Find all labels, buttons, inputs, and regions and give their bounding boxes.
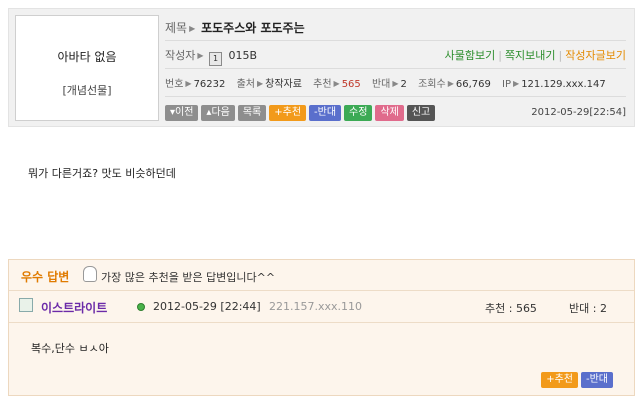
- arrow-right-icon: ▶: [392, 79, 399, 88]
- divider: [165, 68, 626, 69]
- post-body: 뭐가 다른거죠? 맛도 비슷하던데: [28, 167, 176, 180]
- next-button[interactable]: ▴다음: [201, 105, 235, 121]
- source-label: 출처: [236, 79, 255, 90]
- online-status-icon: [137, 303, 145, 311]
- edit-button[interactable]: 수정: [344, 105, 373, 121]
- recommend-label: 추천: [313, 79, 332, 90]
- best-answer-header: 우수 답변 가장 많은 추천을 받은 답변입니다^^: [9, 260, 634, 291]
- author-posts-link[interactable]: 작성자글보기: [565, 49, 626, 62]
- avatar-placeholder-text: 아바타 없음: [57, 50, 117, 64]
- recommend-value: 565: [341, 79, 361, 90]
- recommend-button[interactable]: +추천: [269, 105, 307, 121]
- number-label: 번호: [165, 79, 184, 90]
- oppose-label: 반대: [371, 79, 391, 90]
- views-label: 조회수: [418, 79, 446, 90]
- arrow-right-icon: ▶: [197, 51, 204, 60]
- author-id[interactable]: 015B: [229, 49, 258, 62]
- level-icon: 1: [209, 52, 223, 66]
- answer-content: 복수,단수 ㅂㅅ아: [31, 342, 109, 355]
- views-value: 66,769: [455, 79, 491, 90]
- best-answer-title: 우수 답변: [21, 270, 70, 284]
- post-action-bar: ▾이전 ▴다음 목록 +추천 -반대 수정 삭제 신고 2012-05-29[22:54]: [165, 105, 626, 123]
- author-tag: [개념선물]: [62, 84, 112, 97]
- source-meta: 출처 ▶ 창작자료: [237, 79, 302, 90]
- arrow-right-icon: ▶: [185, 79, 192, 88]
- answer-user-row: 이스트라이트 2012-05-29 [22:44] 221.157.xxx.11…: [9, 290, 634, 323]
- report-button[interactable]: 신고: [406, 105, 436, 121]
- ip-meta: IP ▶ 121.129.xxx.147: [502, 79, 606, 90]
- recommend-meta: 추천 ▶ 565: [313, 79, 361, 90]
- prev-button[interactable]: ▾이전: [165, 105, 199, 121]
- answer-recommend-count: 추천 : 565: [485, 302, 537, 315]
- separator: |: [498, 49, 502, 62]
- avatar: [19, 298, 33, 312]
- divider: [165, 40, 626, 41]
- separator: |: [558, 49, 563, 62]
- answer-user-name[interactable]: 이스트라이트: [41, 299, 107, 316]
- oppose-meta: 반대 ▶ 2: [372, 79, 407, 90]
- arrow-right-icon: ▶: [189, 24, 196, 33]
- arrow-right-icon: ▶: [513, 79, 520, 88]
- answer-recommend-button[interactable]: +추천: [541, 372, 578, 388]
- title-label: 제목: [165, 21, 188, 35]
- arrow-right-icon: ▶: [256, 79, 264, 88]
- number-meta: 번호 ▶ 76232: [165, 79, 225, 90]
- send-message-link[interactable]: 쪽지보내기: [505, 49, 556, 62]
- locker-link[interactable]: 사물함보기: [445, 49, 496, 62]
- thumbs-up-icon: [83, 266, 97, 282]
- author-row: 작성자 ▶ 1 015B 사물함보기 | 쪽지보내기 | 작성자글보기: [165, 47, 626, 66]
- answer-oppose-count: 반대 : 2: [569, 302, 607, 315]
- delete-button[interactable]: 삭제: [375, 105, 404, 121]
- best-answer-description: 가장 많은 추천을 받은 답변입니다^^: [101, 271, 276, 284]
- arrow-right-icon: ▶: [447, 79, 454, 88]
- source-value: 창작자료: [265, 79, 302, 90]
- ip-value: 121.129.xxx.147: [521, 79, 606, 90]
- answer-action-bar: +추천 -반대: [541, 372, 616, 388]
- meta-row: 번호 ▶ 76232 출처 ▶ 창작자료 추천 ▶ 565 반대 ▶ 2 조회수 ▶ 66,769 …: [165, 75, 626, 90]
- answer-datetime: 2012-05-29 [22:44]: [153, 300, 261, 313]
- oppose-value: 2: [400, 79, 407, 90]
- number-value: 76232: [193, 79, 226, 90]
- post-datetime: 2012-05-29[22:54]: [531, 107, 626, 118]
- oppose-button[interactable]: -반대: [309, 105, 342, 121]
- author-avatar-box: 아바타 없음 [개념선물]: [15, 15, 159, 121]
- arrow-right-icon: ▶: [333, 79, 340, 88]
- best-answer-box: 우수 답변 가장 많은 추천을 받은 답변입니다^^ 이스트라이트 2012-0…: [8, 259, 635, 396]
- ip-label: IP: [502, 79, 512, 90]
- author-links: 사물함보기 | 쪽지보내기 | 작성자글보기: [445, 47, 626, 63]
- views-meta: 조회수 ▶ 66,769: [418, 79, 491, 90]
- divider: [165, 96, 626, 97]
- answer-ip: 221.157.xxx.110: [269, 300, 363, 313]
- title-row: 제목 ▶ 포도주스와 포도주는: [165, 19, 626, 36]
- author-label: 작성자: [165, 49, 196, 62]
- list-button[interactable]: 목록: [237, 105, 267, 121]
- answer-oppose-button[interactable]: -반대: [580, 372, 613, 388]
- post-header: 아바타 없음 [개념선물] 제목 ▶ 포도주스와 포도주는 작성자 ▶ 1 015B…: [8, 8, 635, 127]
- post-title: 포도주스와 포도주는: [201, 21, 305, 35]
